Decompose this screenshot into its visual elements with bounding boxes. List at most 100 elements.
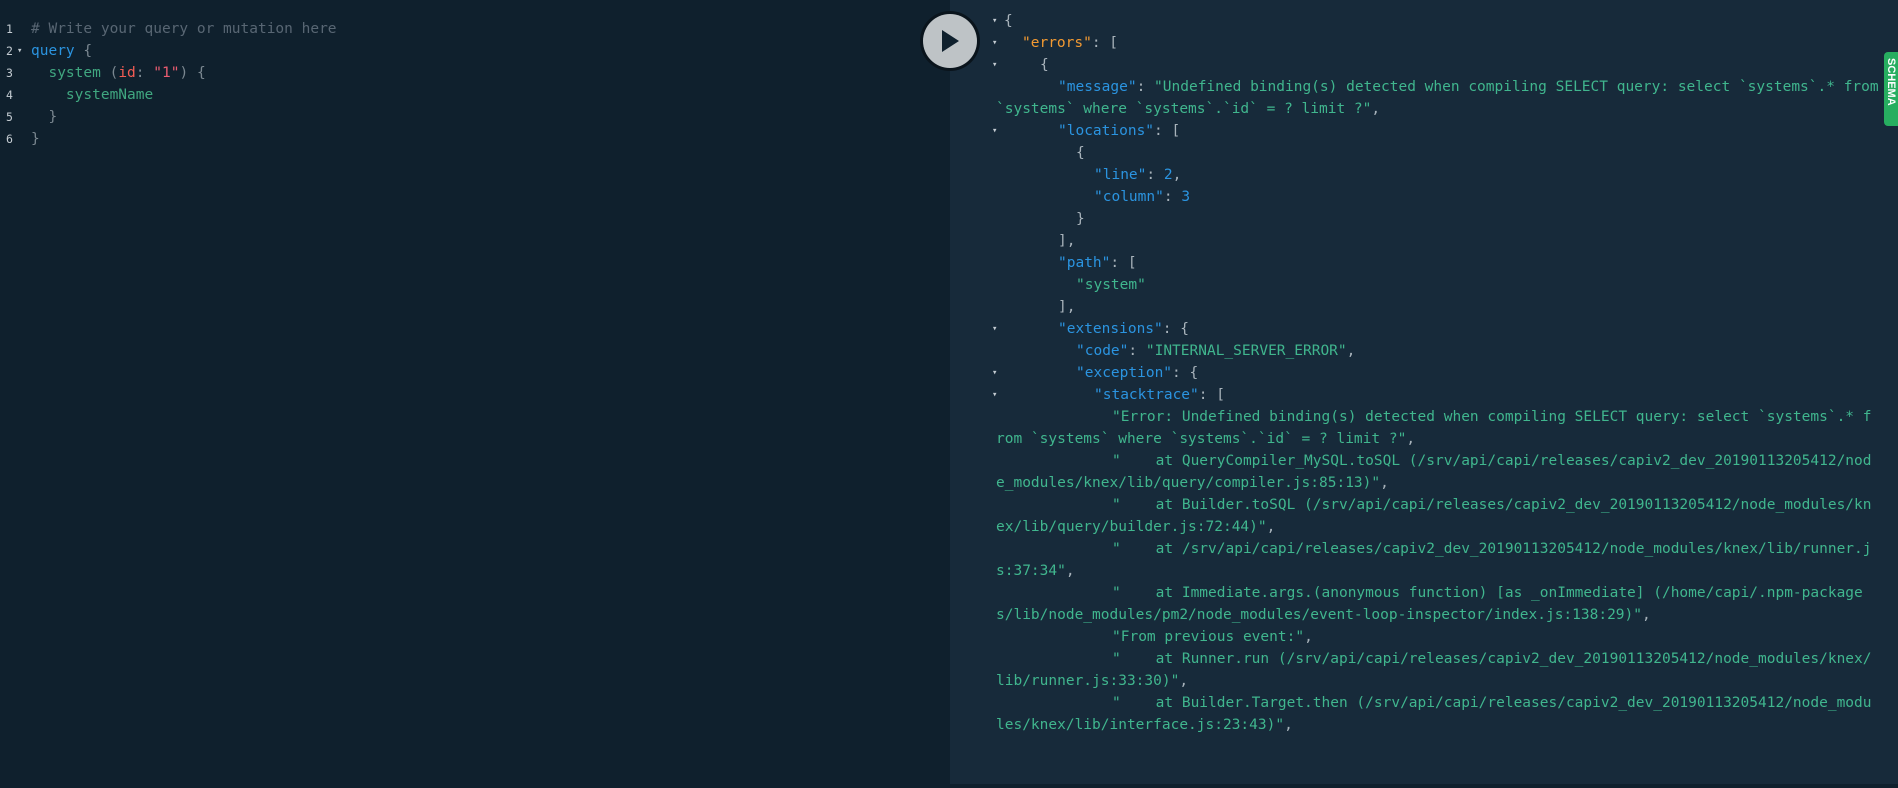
json-token: "extensions" [1058,321,1163,337]
fold-arrow-icon[interactable]: ▾ [992,54,997,76]
json-token: : [ [1154,123,1181,139]
code-line[interactable]: # Write your query or mutation here [31,18,949,40]
json-token: , [1179,673,1189,689]
json-token: "From previous event:" [1112,629,1305,645]
result-line: " at QueryCompiler_MySQL.toSQL (/srv/api… [950,450,1880,494]
json-token: , [1266,519,1276,535]
result-line: "column": 3 [950,186,1880,208]
fold-arrow-icon[interactable]: ▾ [992,120,997,142]
json-token: "code" [1076,343,1129,359]
line-number: 5 [6,110,13,124]
code-line[interactable]: query { [31,40,949,62]
play-button-face[interactable] [923,14,977,68]
code-line[interactable]: } [31,106,949,128]
json-token: "locations" [1058,123,1155,139]
fold-arrow-icon[interactable]: ▾ [992,362,997,384]
json-token: " at Builder.toSQL (/srv/api/capi/releas… [996,497,1872,535]
line-number: 3 [6,66,13,80]
result-line: ], [950,296,1880,318]
json-token: : [1146,167,1164,183]
json-token: ], [1058,299,1076,315]
json-token: " at Immediate.args.(anonymous function)… [996,585,1863,623]
result-line: ▾{ [950,10,1880,32]
result-line: ▾ "stacktrace": [ [950,384,1880,406]
code-area[interactable]: # Write your query or mutation here quer… [31,18,949,150]
result-line: "line": 2, [950,164,1880,186]
results-json: ▾{▾ "errors": [▾{"message": "Undefined bi… [950,10,1880,736]
json-token: "line" [1094,167,1147,183]
result-line: ▾ "locations": [ [950,120,1880,142]
fold-arrow-icon[interactable]: ▾ [992,10,997,32]
json-token: "message" [1058,79,1137,95]
json-token: , [1346,343,1356,359]
json-token: : { [1162,321,1189,337]
json-token: "Error: Undefined binding(s) detected wh… [996,409,1872,447]
json-token: , [1371,101,1381,117]
open-brace: { [83,43,93,59]
json-token: , [1284,717,1293,733]
query-editor[interactable]: 1 2 ▾ 3 4 5 6 # Write your query or mutat… [0,0,949,788]
json-token: "column" [1094,189,1164,205]
fold-arrow-icon[interactable]: ▾ [17,40,22,62]
schema-tab[interactable]: SCHEMA [1884,52,1898,126]
result-line: ▾ "errors": [ [950,32,1880,54]
json-token: "errors" [1022,35,1092,51]
result-line: } [950,208,1880,230]
code-line[interactable]: } [31,128,949,150]
line-number: 2 ▾ [0,40,24,62]
result-line: ▾ "exception": { [950,362,1880,384]
result-line: " at Builder.toSQL (/srv/api/capi/releas… [950,494,1880,538]
line-number: 6 [6,132,13,146]
result-line: "From previous event:", [950,626,1880,648]
json-token: " at /srv/api/capi/releases/capiv2_dev_2… [996,541,1872,579]
result-line: ▾ "extensions": { [950,318,1880,340]
field-system: system [48,65,101,81]
json-token: " at Builder.Target.then (/srv/api/capi/… [996,695,1872,733]
code-line[interactable]: systemName [31,84,949,106]
results-pane[interactable]: ▾{▾ "errors": [▾{"message": "Undefined bi… [950,0,1898,788]
json-token: , [1065,563,1075,579]
argument-value: "1" [153,65,180,81]
colon: : [135,65,154,81]
json-token: "exception" [1076,365,1173,381]
json-token: { [1076,145,1085,161]
result-line: " at Runner.run (/srv/api/capi/releases/… [950,648,1880,692]
line-number-gutter: 1 2 ▾ 3 4 5 6 [0,18,24,150]
play-icon [942,30,959,52]
json-token: 3 [1181,189,1191,205]
result-line: ▾{ [950,54,1880,76]
result-line: " at Builder.Target.then (/srv/api/capi/… [950,692,1880,736]
result-line: " at /srv/api/capi/releases/capiv2_dev_2… [950,538,1880,582]
json-token: " at QueryCompiler_MySQL.toSQL (/srv/api… [996,453,1872,491]
fold-arrow-icon[interactable]: ▾ [992,318,997,340]
json-token: : [ [1198,387,1225,403]
code-line[interactable]: system (id: "1") { [31,62,949,84]
result-line: ], [950,230,1880,252]
json-token: : [1163,189,1182,205]
json-token: "path" [1058,255,1111,271]
code-comment: # Write your query or mutation here [31,21,337,37]
json-token: : [ [1091,35,1119,51]
json-token: "system" [1076,277,1146,293]
line-number: 1 [6,22,13,36]
json-token: : [ [1110,255,1137,271]
json-token: ], [1058,233,1076,249]
fold-arrow-icon[interactable]: ▾ [992,384,997,406]
paren-close: ) [179,65,197,81]
result-line: "Error: Undefined binding(s) detected wh… [950,406,1880,450]
json-token: , [1304,629,1313,645]
json-token: "stacktrace" [1094,387,1199,403]
json-token: 2 [1163,167,1173,183]
json-token: : { [1172,365,1199,381]
json-token: , [1172,167,1182,183]
result-line: "message": "Undefined binding(s) detecte… [950,76,1880,120]
json-token: { [1004,13,1013,29]
fold-arrow-icon[interactable]: ▾ [992,32,997,54]
results-bottom-edge [950,784,1898,788]
json-token: , [1406,431,1416,447]
query-keyword: query [31,43,75,59]
json-token: , [1380,475,1389,491]
json-token: : [1128,343,1146,359]
result-line: { [950,142,1880,164]
execute-query-button[interactable] [920,11,980,71]
